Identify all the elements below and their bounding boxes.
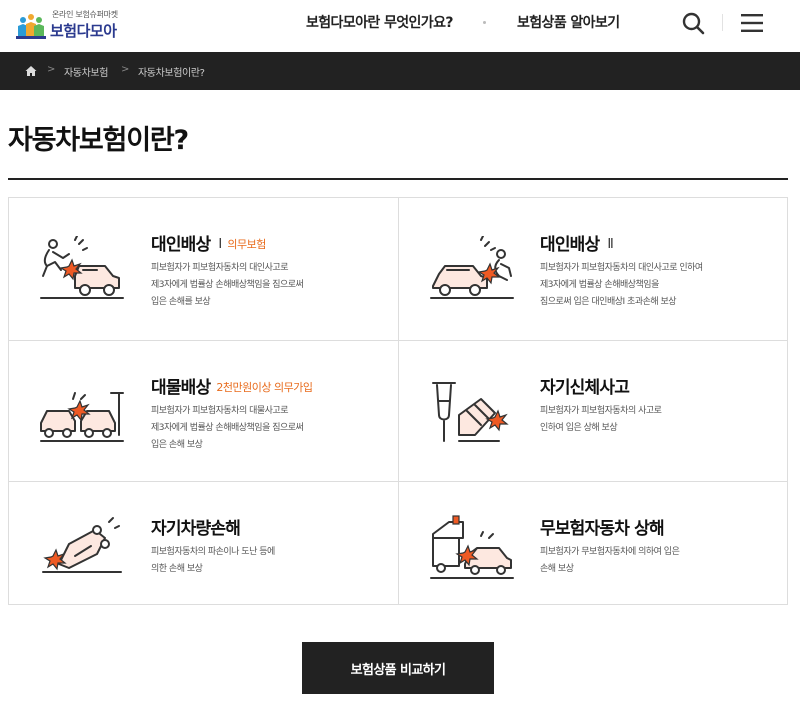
- iv-bandage-icon: [432, 382, 509, 442]
- coverage-description: 피보험자가 피보험자동차의 사고로 인하여 입은 상해 보상: [540, 403, 780, 437]
- coverage-title-text: 자기신체사고: [540, 378, 630, 398]
- coverage-description: 피보험자가 무보험자동차에 의하여 입은 손해 보상: [540, 544, 780, 578]
- overturned-car-icon: [42, 517, 122, 573]
- compare-products-button[interactable]: 보험상품 비교하기: [302, 642, 494, 694]
- coverage-description: 피보험자동차의 파손이나 도난 등에 의한 손해 보상: [151, 544, 386, 578]
- nav-products[interactable]: 보험상품 알아보기: [517, 12, 620, 34]
- coverage-bodily-injury-2: 대인배상 Ⅱ 피보험자가 피보험자동차의 대인사고로 인하여 제3자에게 법률상 …: [398, 198, 788, 340]
- pedestrian-collision-icon: [40, 236, 124, 299]
- description-line: 피보험자가 피보험자동차의 대인사고로 인하여: [540, 263, 703, 273]
- header-divider: [722, 14, 723, 31]
- description-line: 피보험자가 무보험자동차에 의하여 입은: [540, 547, 680, 557]
- coverage-title-text: 무보험자동차 상해: [540, 519, 665, 539]
- site-logo[interactable]: 온라인 보험슈퍼마켓 보험다모아: [14, 6, 134, 46]
- coverage-title: 자기신체사고: [540, 373, 630, 398]
- coverage-personal-injury: 자기신체사고 피보험자가 피보험자동차의 사고로 인하여 입은 상해 보상: [398, 340, 788, 481]
- chevron-right-icon: >: [47, 64, 56, 75]
- coverage-title: 자기차량손해: [151, 514, 241, 539]
- description-line: 인하여 입은 상해 보상: [540, 423, 618, 433]
- coverage-title: 대물배상 2천만원이상 의무가입: [151, 373, 313, 398]
- breadcrumb: > 자동차보험 > 자동차보험이란?: [0, 52, 800, 90]
- hamburger-menu-icon[interactable]: [741, 13, 763, 33]
- coverage-description: 피보험자가 피보험자동차의 대인사고로 제3자에게 법률상 손해배상책임을 짐으…: [151, 260, 386, 311]
- description-line: 입은 손해를 보상: [151, 297, 211, 307]
- description-line: 의한 손해 보상: [151, 564, 203, 574]
- chevron-right-icon: >: [121, 64, 130, 75]
- coverage-title-text: 대인배상: [540, 235, 600, 255]
- coverage-title: 무보험자동차 상해: [540, 514, 665, 539]
- coverage-bodily-injury-1: 대인배상 Ⅰ 의무보험 피보험자가 피보험자동차의 대인사고로 제3자에게 법률상 …: [9, 198, 399, 340]
- site-header: 온라인 보험슈퍼마켓 보험다모아 보험다모아란 무엇인가요? 보험상품 알아보기: [0, 0, 800, 52]
- logo-tagline: 온라인 보험슈퍼마켓: [52, 10, 118, 19]
- mandatory-tag: 2천만원이상 의무가입: [216, 381, 313, 394]
- coverage-title-text: 자기차량손해: [151, 519, 241, 539]
- coverage-roman-marker: Ⅱ: [607, 237, 613, 252]
- car-vs-car-icon: [40, 392, 124, 442]
- coverage-title: 대인배상 Ⅰ 의무보험: [151, 230, 266, 255]
- nav-about[interactable]: 보험다모아란 무엇인가요?: [306, 12, 453, 34]
- coverage-own-vehicle-damage: 자기차량손해 피보험자동차의 파손이나 도난 등에 의한 손해 보상: [9, 481, 399, 605]
- mandatory-tag: 의무보험: [227, 238, 266, 251]
- coverage-grid: 대인배상 Ⅰ 의무보험 피보험자가 피보험자동차의 대인사고로 제3자에게 법률상 …: [8, 197, 788, 605]
- description-line: 짐으로써 입은 대인배상Ⅰ 초과손해 보상: [540, 297, 677, 307]
- coverage-roman-marker: Ⅰ: [218, 237, 222, 252]
- logo-brand-text: 보험다모아: [50, 22, 117, 40]
- description-line: 제3자에게 법률상 손해배상책임을: [540, 280, 659, 290]
- description-line: 입은 손해 보상: [151, 440, 203, 450]
- description-line: 제3자에게 법률상 손해배상책임을 짐으로써: [151, 423, 304, 433]
- description-line: 제3자에게 법률상 손해배상책임을 짐으로써: [151, 280, 304, 290]
- page-title: 자동차보험이란?: [8, 125, 189, 156]
- description-line: 피보험자가 피보험자동차의 사고로: [540, 406, 662, 416]
- home-icon[interactable]: [25, 65, 37, 77]
- coverage-title-text: 대인배상: [151, 235, 211, 255]
- nav-separator-dot: [483, 21, 486, 24]
- description-line: 손해 보상: [540, 564, 574, 574]
- breadcrumb-item-current: 자동차보험이란?: [138, 68, 205, 79]
- description-line: 피보험자동차의 파손이나 도난 등에: [151, 547, 275, 557]
- description-line: 피보험자가 피보험자동차의 대물사고로: [151, 406, 288, 416]
- coverage-title: 대인배상 Ⅱ: [540, 230, 614, 255]
- coverage-description: 피보험자가 피보험자동차의 대물사고로 제3자에게 법률상 손해배상책임을 짐으…: [151, 403, 386, 454]
- car-hits-person-icon: [430, 236, 514, 299]
- coverage-property-damage: 대물배상 2천만원이상 의무가입 피보험자가 피보험자동차의 대물사고로 제3자에…: [9, 340, 399, 481]
- coverage-uninsured-motorist: 무보험자동차 상해 피보험자가 무보험자동차에 의하여 입은 손해 보상: [398, 481, 788, 605]
- coverage-title-text: 대물배상: [151, 378, 211, 398]
- coverage-description: 피보험자가 피보험자동차의 대인사고로 인하여 제3자에게 법률상 손해배상책임…: [540, 260, 780, 311]
- uninsured-vehicle-icon: [430, 515, 514, 579]
- title-divider: [8, 178, 788, 180]
- logo-mark-icon: [16, 14, 46, 39]
- description-line: 피보험자가 피보험자동차의 대인사고로: [151, 263, 288, 273]
- breadcrumb-item-car-insurance[interactable]: 자동차보험: [64, 64, 108, 79]
- search-icon[interactable]: [681, 11, 705, 35]
